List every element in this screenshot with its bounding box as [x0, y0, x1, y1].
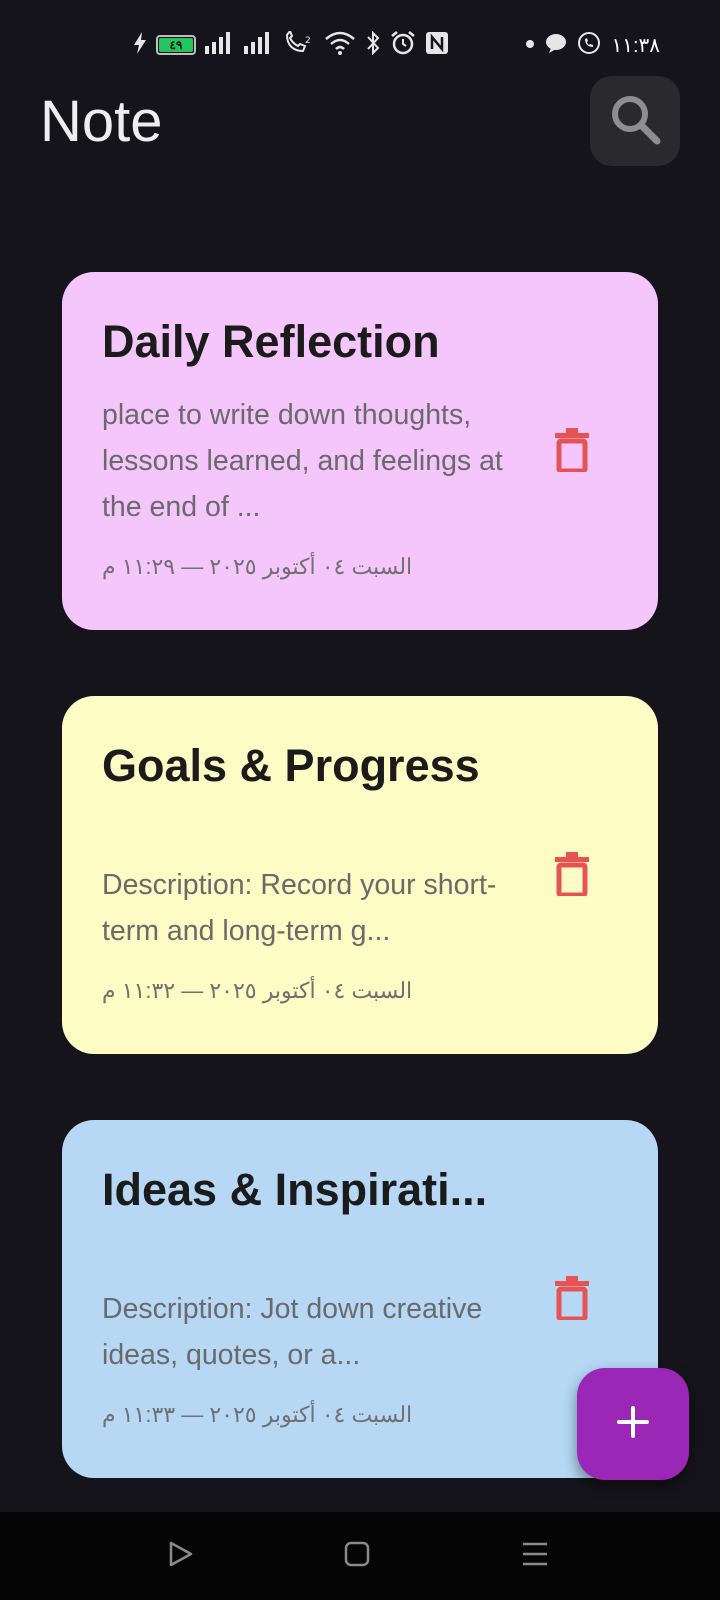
- back-icon: [165, 1539, 195, 1574]
- trash-icon: [554, 1275, 590, 1325]
- note-title: Daily Reflection: [102, 316, 440, 367]
- add-note-button[interactable]: [577, 1368, 689, 1480]
- note-date: السبت ٠٤ أكتوبر ٢٠٢٥ — ١١:٣٣ م: [102, 1402, 413, 1427]
- signal-icon: [205, 31, 235, 59]
- note-card[interactable]: Daily Reflection place to write down tho…: [62, 272, 658, 630]
- note-date: السبت ٠٤ أكتوبر ٢٠٢٥ — ١١:٣٢ م: [102, 978, 413, 1003]
- alarm-icon: [390, 30, 416, 61]
- delete-button[interactable]: [547, 427, 597, 477]
- chat-bubble-icon: [545, 33, 567, 58]
- home-icon: [343, 1540, 371, 1573]
- signal-icon: [244, 31, 274, 59]
- note-description: Description: Record your short-term and …: [102, 869, 497, 947]
- search-icon: [607, 91, 663, 152]
- delete-button[interactable]: [547, 851, 597, 901]
- page-title: Note: [40, 89, 163, 154]
- trash-icon: [554, 851, 590, 901]
- battery-level: ٤٩: [159, 38, 193, 52]
- note-description: place to write down thoughts, lessons le…: [102, 399, 503, 523]
- bluetooth-icon: [365, 30, 381, 60]
- wifi-call-icon: 2: [283, 28, 315, 60]
- wifi-icon: [324, 31, 356, 60]
- home-button[interactable]: [337, 1536, 377, 1576]
- recents-icon: [520, 1539, 550, 1574]
- note-description: Description: Jot down creative ideas, qu…: [102, 1293, 483, 1371]
- note-title: Goals & Progress: [102, 740, 480, 791]
- svg-text:2: 2: [305, 36, 311, 46]
- back-button[interactable]: [160, 1536, 200, 1576]
- note-card[interactable]: Ideas & Inspirati... Description: Jot do…: [62, 1120, 658, 1478]
- recents-button[interactable]: [515, 1536, 555, 1576]
- charging-icon: [133, 32, 147, 58]
- nfc-icon: [425, 31, 449, 60]
- navigation-bar: [0, 1512, 720, 1600]
- note-card[interactable]: Goals & Progress Description: Record you…: [62, 696, 658, 1054]
- trash-icon: [554, 427, 590, 477]
- clock: ١١:٣٨: [611, 34, 660, 57]
- delete-button[interactable]: [547, 1275, 597, 1325]
- note-date: السبت ٠٤ أكتوبر ٢٠٢٥ — ١١:٢٩ م: [102, 554, 413, 579]
- plus-icon: [616, 1405, 650, 1444]
- dot-icon: [525, 36, 535, 54]
- search-button[interactable]: [590, 76, 680, 166]
- whatsapp-icon: [577, 31, 601, 60]
- battery-icon: ٤٩: [156, 35, 196, 55]
- note-title: Ideas & Inspirati...: [102, 1164, 488, 1215]
